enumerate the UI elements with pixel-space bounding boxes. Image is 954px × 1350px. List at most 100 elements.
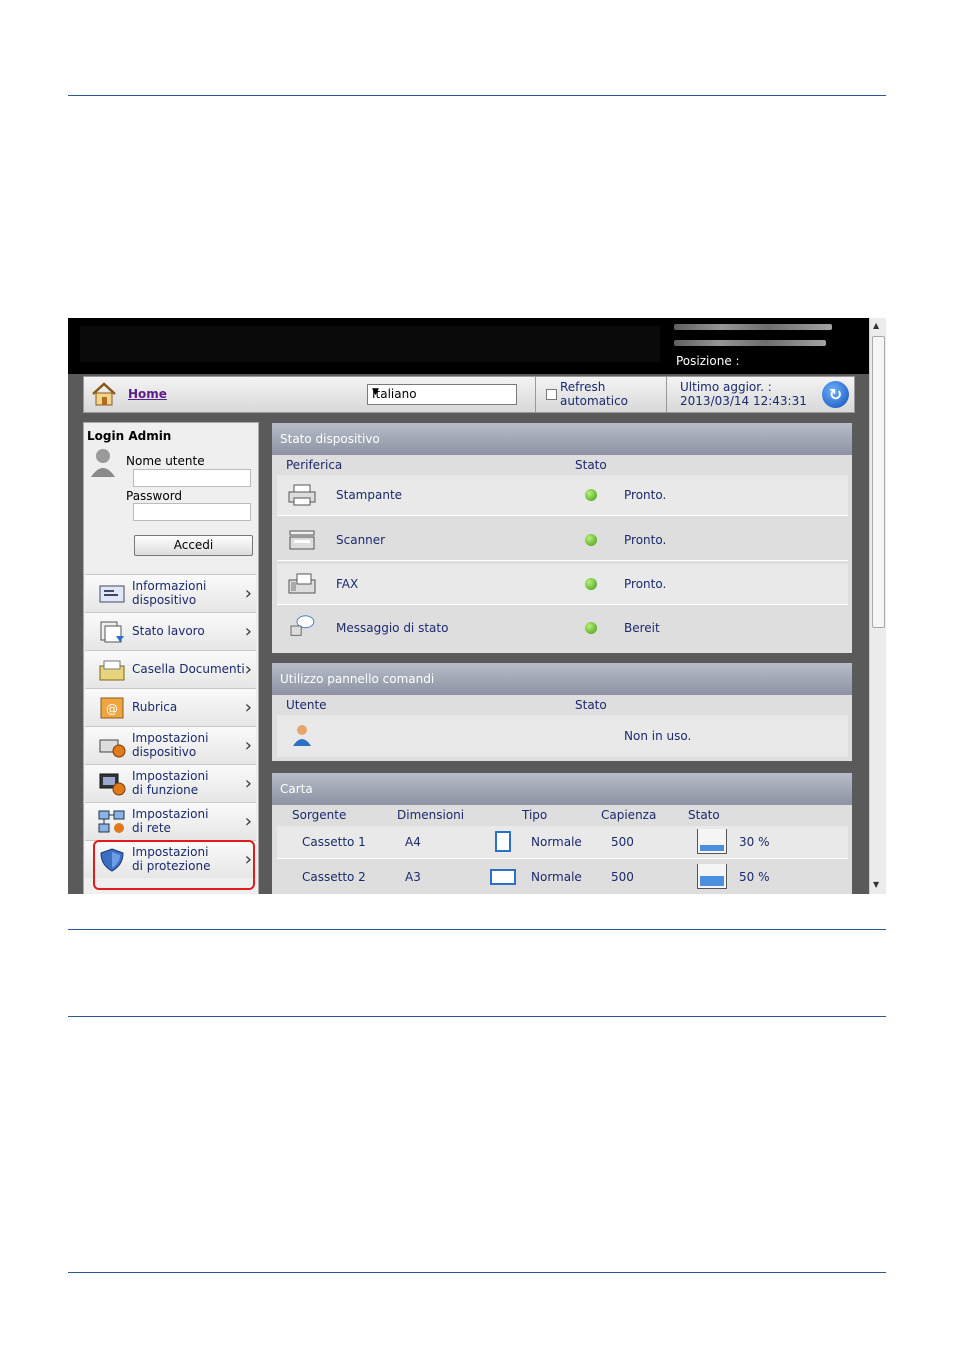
paper-portrait-icon	[495, 831, 511, 852]
last-update: Ultimo aggior. : 2013/03/14 12:43:31	[680, 380, 807, 408]
bottom-rule	[68, 1272, 886, 1273]
sidebar-item-function-settings[interactable]: Impostazioni di funzione ›	[85, 764, 256, 802]
device-name-link[interactable]: Messaggio di stato	[336, 621, 448, 635]
position-label: Posizione :	[676, 354, 740, 368]
paper-landscape-icon	[490, 869, 516, 885]
paper-source-link[interactable]: Cassetto 1	[302, 835, 366, 849]
mid-rule-1	[68, 929, 886, 930]
function-settings-icon	[99, 773, 126, 796]
home-link[interactable]: Home	[128, 387, 167, 401]
status-ok-icon	[585, 622, 597, 634]
auto-refresh-label: Refresh automatico	[560, 380, 629, 408]
column-header: Stato	[575, 458, 607, 472]
scanner-icon	[289, 530, 315, 550]
login-button[interactable]: Accedi	[134, 535, 253, 556]
device-name-link[interactable]: Stampante	[336, 488, 402, 502]
mid-rule-2	[68, 1016, 886, 1017]
paper-type: Normale	[531, 835, 582, 849]
user-icon	[293, 725, 311, 746]
device-settings-icon	[99, 739, 126, 758]
device-status-text: Pronto.	[624, 577, 667, 591]
divider	[666, 377, 667, 412]
device-name-link[interactable]: FAX	[336, 577, 358, 591]
paper-level-fill	[700, 845, 724, 851]
address-book-icon: @	[100, 697, 124, 719]
sidebar-item-network-settings[interactable]: Impostazioni di rete ›	[85, 802, 256, 840]
user-avatar-icon	[91, 449, 115, 477]
username-field[interactable]	[133, 469, 251, 487]
scrollbar-thumb[interactable]	[872, 336, 885, 628]
printer-icon	[288, 484, 316, 506]
status-ok-icon	[585, 534, 597, 546]
redacted-text	[674, 340, 826, 346]
language-select[interactable]: Italiano ▼	[367, 384, 517, 405]
device-status-panel: Stato dispositivo Periferica Stato Stamp…	[272, 423, 852, 653]
chevron-right-icon: ›	[244, 621, 252, 642]
redacted-text	[674, 324, 832, 330]
paper-type: Normale	[531, 870, 582, 884]
column-header: Dimensioni	[397, 808, 465, 822]
password-label: Password	[126, 489, 183, 503]
username-label: Nome utente	[126, 454, 205, 468]
vertical-scrollbar[interactable]: ▲ ▼	[869, 318, 886, 894]
auto-refresh-checkbox[interactable]	[546, 389, 557, 400]
refresh-icon[interactable]: ↻	[822, 381, 849, 408]
chevron-right-icon: ›	[244, 583, 252, 604]
device-status-text: Pronto.	[624, 533, 667, 547]
column-header: Capienza	[601, 808, 657, 822]
paper-level-fill	[700, 876, 724, 886]
top-rule	[68, 95, 886, 96]
chevron-right-icon: ›	[244, 773, 252, 794]
panel-title: Stato dispositivo	[272, 423, 852, 455]
column-header: Utente	[286, 698, 327, 712]
browser-screenshot: Posizione : Home Italiano ▼ Refresh auto…	[68, 318, 886, 894]
job-status-icon	[100, 621, 124, 643]
paper-level-icon	[697, 864, 727, 889]
column-header: Stato	[575, 698, 607, 712]
paper-level-text: 50 %	[739, 870, 770, 884]
password-field[interactable]	[133, 503, 251, 521]
paper-source-link[interactable]: Cassetto 2	[302, 870, 366, 884]
scroll-up-icon[interactable]: ▲	[873, 321, 879, 330]
paper-capacity: 500	[611, 870, 634, 884]
table-row: FAX Pronto.	[277, 564, 848, 605]
navigation-bar: Home Italiano ▼ Refresh automatico Ultim…	[83, 376, 855, 413]
device-status-text: Pronto.	[624, 488, 667, 502]
highlight-box	[93, 840, 255, 890]
table-row: Stampante Pronto.	[277, 475, 848, 516]
column-header: Sorgente	[292, 808, 347, 822]
status-message-icon	[290, 615, 315, 636]
device-status-text: Bereit	[624, 621, 660, 635]
paper-capacity: 500	[611, 835, 634, 849]
sidebar-item-document-box[interactable]: Casella Documenti ›	[85, 650, 256, 688]
table-row: Cassetto 2 A3 Normale 500 50 %	[277, 861, 848, 893]
sidebar-item-address-book[interactable]: @ Rubrica ›	[85, 688, 256, 726]
sidebar: Login Admin Nome utente Password Accedi …	[83, 422, 259, 894]
chevron-right-icon: ›	[244, 811, 252, 832]
status-ok-icon	[585, 578, 597, 590]
divider	[535, 377, 536, 412]
column-header: Tipo	[522, 808, 548, 822]
table-row: Cassetto 1 A4 Normale 500 30 %	[277, 826, 848, 859]
paper-level-icon	[697, 829, 727, 854]
device-header-bar: Posizione :	[68, 318, 870, 374]
panel-title: Utilizzo pannello comandi	[272, 663, 852, 695]
chevron-right-icon: ›	[244, 659, 252, 680]
panel-status-text: Non in uso.	[624, 729, 692, 743]
device-name-link[interactable]: Scanner	[336, 533, 385, 547]
sidebar-item-job-status[interactable]: Stato lavoro ›	[85, 612, 256, 650]
fax-icon	[288, 573, 316, 594]
home-icon[interactable]	[90, 381, 118, 407]
table-row: Messaggio di stato Bereit	[277, 608, 848, 648]
scroll-down-icon[interactable]: ▼	[873, 880, 879, 889]
panel-usage-panel: Utilizzo pannello comandi Utente Stato N…	[272, 663, 852, 761]
sidebar-item-device-info[interactable]: Informazioni dispositivo ›	[85, 574, 256, 612]
column-header: Periferica	[286, 458, 343, 472]
svg-text:@: @	[106, 702, 118, 716]
column-header: Stato	[688, 808, 720, 822]
document-box-icon	[99, 660, 125, 681]
panel-title: Carta	[272, 773, 852, 805]
sidebar-item-device-settings[interactable]: Impostazioni dispositivo ›	[85, 726, 256, 764]
paper-size: A3	[405, 870, 421, 884]
chevron-right-icon: ›	[244, 697, 252, 718]
